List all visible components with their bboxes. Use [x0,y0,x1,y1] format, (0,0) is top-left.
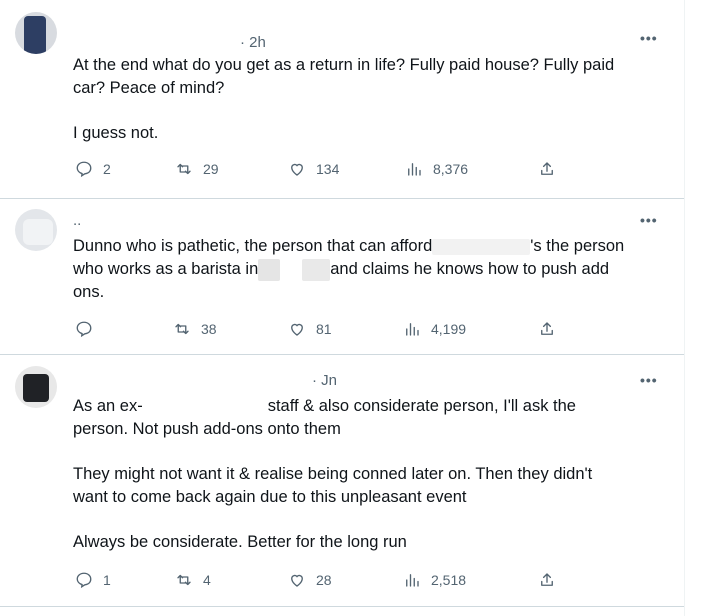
share-icon [541,162,553,175]
share-icon [541,322,553,335]
tweet-text: At the end what do you get as a return i… [73,56,615,142]
retweet-icon [177,574,191,586]
retweet-count: 4 [203,572,211,588]
reply-count: 1 [103,572,111,588]
avatar[interactable] [15,366,57,408]
divider [0,198,684,199]
retweet-count: 38 [201,321,217,337]
retweet-icon [177,163,191,175]
like-icon [291,323,303,336]
reply-button[interactable] [75,320,103,338]
redacted-text [432,238,531,255]
views-button[interactable]: 4,199 [403,320,466,338]
reply-icon [76,161,92,178]
tweet-text: As an ex-staff & also considerate person… [73,397,593,551]
views-button[interactable]: 8,376 [405,160,468,178]
share-icon [541,573,553,586]
reply-button[interactable]: 2 [75,160,111,178]
share-button[interactable] [538,571,566,589]
divider [0,606,684,607]
views-count: 2,518 [431,572,467,588]
views-count: 8,376 [433,161,469,177]
like-button[interactable]: 28 [288,571,332,589]
tweet-header: · 2h [240,34,266,48]
avatar[interactable] [15,209,57,251]
reply-button[interactable]: 1 [75,571,111,589]
more-options-button[interactable]: ••• [640,30,658,46]
divider [0,354,684,355]
avatar[interactable] [15,12,57,54]
retweet-button[interactable]: 4 [175,571,211,589]
reply-icon [76,572,92,589]
like-count: 81 [316,321,332,337]
views-icon [408,163,421,176]
redacted-text [258,258,281,281]
views-icon [406,323,419,336]
more-options-button[interactable]: ••• [640,372,658,388]
views-button[interactable]: 2,518 [403,571,466,589]
reply-icon [76,321,92,338]
retweet-count: 29 [203,161,219,177]
share-button[interactable] [538,160,566,178]
tweet-header: .. [73,212,82,226]
like-button[interactable]: 81 [288,320,332,338]
like-icon [291,574,303,587]
retweet-button[interactable]: 38 [173,320,217,338]
views-count: 4,199 [431,321,467,337]
retweet-button[interactable]: 29 [175,160,219,178]
tweet-header: · Jn [312,372,338,386]
reply-count: 2 [103,161,111,177]
share-button[interactable] [538,320,566,338]
like-count: 28 [316,572,332,588]
views-icon [406,574,419,587]
redacted-text [302,258,331,281]
like-count: 134 [316,161,340,177]
like-icon [291,163,303,176]
tweet-text: Dunno who is pathetic, the person that c… [73,237,625,301]
like-button[interactable]: 134 [288,160,339,178]
more-options-button[interactable]: ••• [640,212,658,228]
retweet-icon [175,323,189,335]
page-edge [684,0,685,616]
